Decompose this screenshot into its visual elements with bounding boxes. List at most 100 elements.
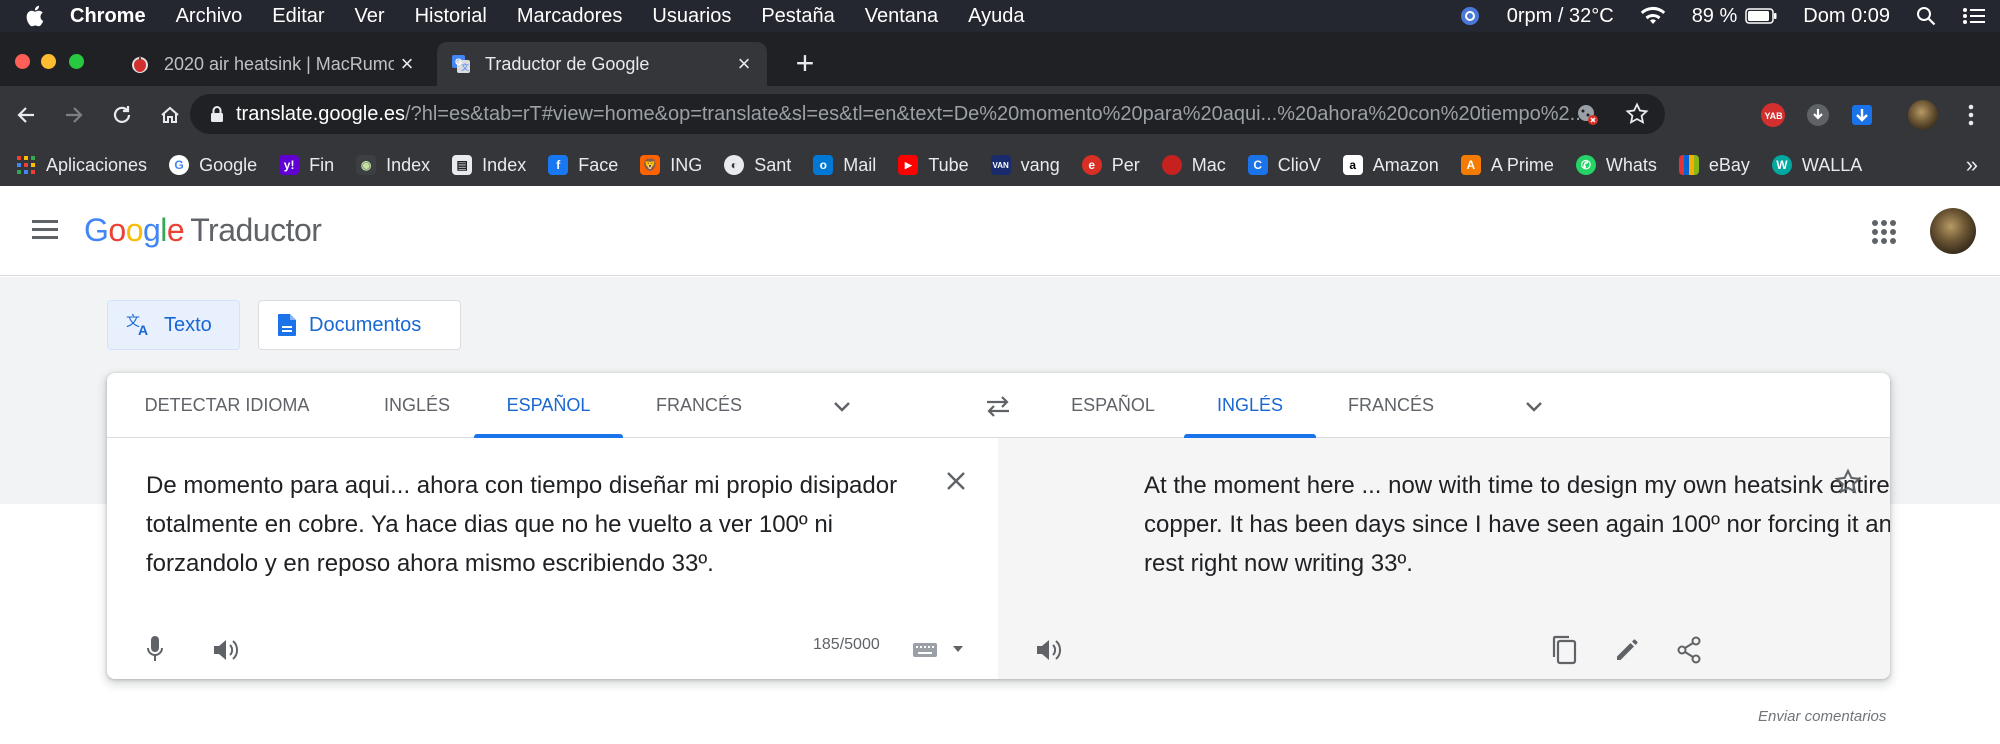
bookmark-per[interactable]: e Per — [1081, 155, 1140, 176]
menu-app-name[interactable]: Chrome — [70, 5, 146, 28]
apple-icon[interactable] — [24, 4, 48, 28]
bookmark-tube[interactable]: ▶ Tube — [898, 155, 969, 176]
bookmark-index-2[interactable]: ▤ Index — [452, 155, 526, 176]
home-icon[interactable] — [156, 101, 184, 129]
input-tools-dropdown-icon[interactable] — [951, 642, 965, 656]
translate-icon: 文A — [126, 313, 152, 337]
text-mode-button[interactable]: 文A Texto — [107, 300, 240, 350]
bookmark-index-1[interactable]: ◉ Index — [356, 155, 430, 176]
cookie-blocked-icon[interactable] — [1575, 102, 1599, 132]
bookmark-walla[interactable]: W WALLA — [1771, 155, 1862, 176]
bookmark-label: eBay — [1708, 154, 1750, 175]
send-feedback-link[interactable]: Enviar comentarios — [1758, 708, 1886, 725]
target-speaker-icon[interactable] — [1034, 636, 1064, 664]
bookmarks-overflow-icon[interactable]: » — [1966, 152, 1978, 178]
bookmark-aplicaciones[interactable]: Aplicaciones — [16, 155, 147, 176]
menu-usuarios[interactable]: Usuarios — [652, 5, 731, 28]
window-minimize-button[interactable] — [41, 54, 56, 69]
bookmark-vang[interactable]: VAN vang — [990, 154, 1060, 176]
source-more-languages-icon[interactable] — [831, 395, 853, 417]
index-doc-icon: ▤ — [452, 155, 473, 175]
source-lang-detect[interactable]: DETECTAR IDIOMA — [107, 373, 347, 438]
tab-close-icon[interactable]: × — [731, 51, 757, 77]
facebook-icon: f — [548, 155, 569, 175]
bookmark-ebay[interactable]: eBay — [1678, 154, 1750, 176]
chrome-menu-icon[interactable] — [1956, 100, 1986, 130]
source-lang-spanish[interactable]: ESPAÑOL — [474, 373, 623, 438]
yab-extension-icon[interactable]: YAB — [1758, 100, 1788, 130]
google-translate-logo[interactable]: Google Traductor — [84, 212, 322, 249]
source-textarea[interactable]: De momento para aqui... ahora con tiempo… — [146, 466, 936, 583]
control-center-icon[interactable] — [1962, 6, 1986, 26]
new-tab-button[interactable]: + — [790, 47, 820, 79]
back-icon[interactable] — [12, 101, 40, 129]
swap-languages-icon[interactable] — [983, 391, 1013, 421]
bookmark-label: vang — [1020, 154, 1060, 175]
reload-icon[interactable] — [108, 101, 136, 129]
target-lang-french[interactable]: FRANCÉS — [1316, 373, 1466, 438]
forward-icon[interactable] — [60, 101, 88, 129]
target-lang-spanish[interactable]: ESPAÑOL — [1048, 373, 1178, 438]
macrumors-icon — [1161, 155, 1182, 175]
clear-source-icon[interactable] — [943, 468, 969, 494]
menu-ventana[interactable]: Ventana — [865, 5, 938, 28]
bookmark-mail[interactable]: o Mail — [813, 155, 876, 176]
clock[interactable]: Dom 0:09 — [1803, 5, 1890, 28]
bookmark-ing[interactable]: 🦁 ING — [640, 155, 702, 176]
bookmark-whats[interactable]: ✆ Whats — [1575, 155, 1657, 176]
window-zoom-button[interactable] — [69, 54, 84, 69]
wifi-icon[interactable] — [1640, 6, 1666, 26]
target-pane: At the moment here ... now with time to … — [998, 438, 1890, 679]
bookmark-mac[interactable]: Mac — [1161, 155, 1226, 176]
battery-percent[interactable]: 89 % — [1692, 5, 1738, 28]
menu-marcadores[interactable]: Marcadores — [517, 5, 623, 28]
documents-mode-label: Documentos — [309, 313, 422, 336]
microphone-icon[interactable] — [142, 634, 168, 664]
account-avatar[interactable] — [1930, 208, 1976, 254]
spotlight-search-icon[interactable] — [1916, 6, 1936, 26]
window-close-button[interactable] — [15, 54, 30, 69]
copy-icon[interactable] — [1549, 634, 1579, 666]
menu-ver[interactable]: Ver — [355, 5, 385, 28]
source-lang-french[interactable]: FRANCÉS — [623, 373, 775, 438]
bookmark-cliov[interactable]: C ClioV — [1247, 155, 1321, 176]
menu-archivo[interactable]: Archivo — [176, 5, 243, 28]
share-icon[interactable] — [1674, 635, 1704, 665]
tab-google-translate[interactable]: G文 Traductor de Google × — [437, 42, 767, 86]
menu-pestana[interactable]: Pestaña — [761, 5, 834, 28]
edit-pencil-icon[interactable] — [1612, 635, 1642, 665]
source-speaker-icon[interactable] — [211, 636, 241, 664]
target-lang-english[interactable]: INGLÉS — [1184, 373, 1316, 438]
lock-icon[interactable] — [210, 105, 224, 123]
save-translation-star-icon[interactable] — [1833, 467, 1863, 497]
google-apps-icon[interactable] — [1872, 220, 1896, 244]
tab-macrumors[interactable]: 2020 air heatsink | MacRumors × — [116, 42, 430, 86]
download-extension-icon[interactable] — [1803, 100, 1833, 130]
bookmark-aprime[interactable]: A A Prime — [1460, 155, 1554, 176]
documents-mode-button[interactable]: Documentos — [258, 300, 461, 350]
translation-output: At the moment here ... now with time to … — [1144, 472, 1890, 577]
bookmark-sant[interactable]: ◐ Sant — [724, 155, 791, 176]
bookmark-face[interactable]: f Face — [548, 155, 618, 176]
bookmark-star-icon[interactable] — [1625, 102, 1649, 132]
target-more-languages-icon[interactable] — [1523, 395, 1545, 417]
battery-icon[interactable] — [1745, 8, 1777, 24]
menu-ayuda[interactable]: Ayuda — [968, 5, 1024, 28]
menu-historial[interactable]: Historial — [415, 5, 487, 28]
bookmark-amazon[interactable]: a Amazon — [1342, 155, 1439, 176]
download-manager-icon[interactable] — [1847, 100, 1877, 130]
source-lang-english[interactable]: INGLÉS — [347, 373, 487, 438]
keyboard-icon[interactable] — [911, 638, 939, 662]
tab-close-icon[interactable]: × — [394, 51, 420, 77]
bookmark-fin[interactable]: y! Fin — [279, 155, 334, 176]
address-bar[interactable]: translate.google.es /?hl=es&tab=rT#view=… — [190, 94, 1665, 134]
bookmark-google[interactable]: G Google — [169, 155, 257, 176]
menu-editar[interactable]: Editar — [272, 5, 324, 28]
yahoo-icon: y! — [279, 155, 300, 175]
profile-avatar[interactable] — [1908, 100, 1938, 130]
tab-title: Traductor de Google — [485, 53, 650, 74]
main-menu-icon[interactable] — [32, 220, 58, 240]
fan-status-icon[interactable] — [1459, 5, 1481, 27]
source-pane: De momento para aqui... ahora con tiempo… — [107, 438, 998, 679]
fan-temp-status[interactable]: 0rpm / 32°C — [1507, 5, 1614, 28]
